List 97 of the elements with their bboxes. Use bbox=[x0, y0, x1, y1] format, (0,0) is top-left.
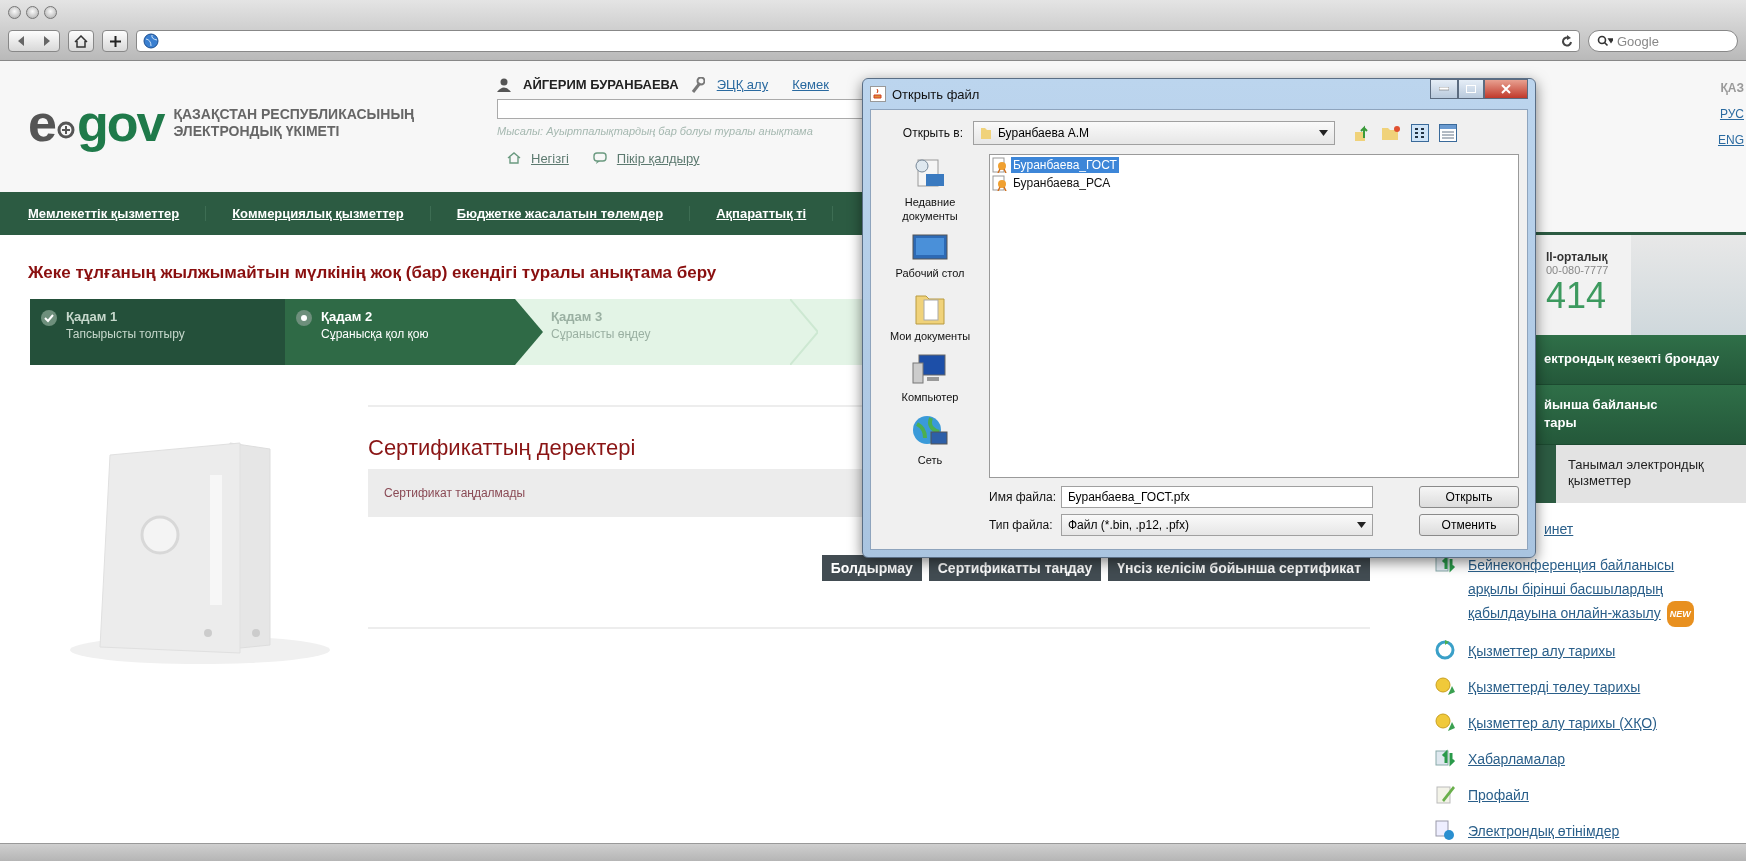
file-list[interactable]: Буранбаева_ГОСТ Буранбаева_РСА bbox=[989, 154, 1519, 478]
add-bookmark-button[interactable] bbox=[102, 30, 128, 52]
service-link[interactable]: Профайл bbox=[1468, 782, 1728, 807]
computer-icon bbox=[911, 353, 949, 387]
new-folder-icon[interactable] bbox=[1381, 125, 1401, 141]
user-name: АЙГЕРИМ БУРАНБАЕВА bbox=[523, 77, 679, 93]
step-title: Қадам 3 bbox=[551, 308, 604, 324]
header-link[interactable]: ЭЦҚ алу bbox=[716, 77, 769, 93]
service-link[interactable]: Қызметтер алу тарихы (ХҚО) bbox=[1468, 710, 1728, 735]
language-link[interactable]: ENG bbox=[1718, 132, 1744, 147]
certificate-message: Сертификат таңдалмады bbox=[384, 485, 526, 500]
reload-icon[interactable] bbox=[1561, 34, 1573, 48]
filetype-label: Тип файла: bbox=[989, 518, 1053, 532]
file-item[interactable]: Буранбаева_ГОСТ bbox=[1011, 157, 1119, 173]
egov-logo[interactable]: e gov bbox=[28, 97, 164, 150]
cancel-button[interactable]: Отменить bbox=[1419, 514, 1519, 536]
search-icon bbox=[1597, 35, 1613, 47]
filetype-dropdown[interactable]: Файл (*.bin, .p12, .pfx) bbox=[1061, 514, 1373, 536]
user-icon bbox=[497, 77, 511, 92]
nav-link[interactable]: Бюджетке жасалатын төлемдер bbox=[456, 205, 691, 221]
window-close-light[interactable] bbox=[8, 6, 21, 19]
popular-services-tab[interactable]: Танымал электрондық қызметтер bbox=[1556, 444, 1746, 503]
look-in-label: Открыть в: bbox=[901, 126, 963, 140]
home-icon bbox=[74, 34, 88, 48]
home-button[interactable] bbox=[68, 30, 94, 52]
step-subtitle: Сұранысқа қол қою bbox=[321, 326, 429, 341]
back-forward-button[interactable] bbox=[8, 30, 60, 52]
place-label[interactable]: Недавние документы bbox=[879, 195, 981, 223]
file-item[interactable]: Буранбаева_РСА bbox=[1011, 175, 1113, 191]
maximize-button[interactable] bbox=[1458, 79, 1484, 99]
window-minimize-light[interactable] bbox=[26, 6, 39, 19]
certificate-file-icon bbox=[992, 175, 1008, 191]
check-icon bbox=[40, 308, 58, 327]
look-in-dropdown[interactable]: Буранбаева А.М bbox=[973, 121, 1335, 145]
close-icon bbox=[1501, 84, 1511, 94]
call-center-number: 414 bbox=[1546, 275, 1608, 316]
desktop-icon bbox=[912, 233, 948, 263]
wrench-icon bbox=[690, 76, 705, 93]
search-field[interactable]: Google bbox=[1588, 30, 1738, 52]
document-icon bbox=[1434, 818, 1456, 841]
place-label[interactable]: Рабочий стол bbox=[895, 266, 965, 280]
minimize-icon bbox=[1439, 87, 1449, 91]
nav-link[interactable]: Ақпараттық ті bbox=[716, 205, 834, 221]
quick-link[interactable]: Пікір қалдыру bbox=[592, 150, 700, 166]
certificate-heading: Сертификаттың деректері bbox=[368, 434, 636, 461]
open-button[interactable]: Открыть bbox=[1419, 486, 1519, 508]
organization-name: ҚАЗАҚСТАН РЕСПУБЛИКАСЫНЫҢ ЭЛЕКТРОНДЫҚ ҮКІМЕТІ bbox=[173, 106, 415, 141]
caret-icon bbox=[1319, 130, 1328, 136]
refresh-icon bbox=[1434, 638, 1456, 661]
step-chevron bbox=[790, 298, 818, 365]
step-title: Қадам 1 bbox=[66, 308, 119, 324]
speech-bubble-icon bbox=[592, 151, 607, 165]
nav-link[interactable]: Мемлекеттік қызметтер bbox=[28, 205, 207, 221]
service-link[interactable]: Электрондық өтінімдер bbox=[1468, 818, 1728, 843]
service-link[interactable]: Хабарламалар bbox=[1468, 746, 1728, 771]
window-zoom-light[interactable] bbox=[44, 6, 57, 19]
service-link[interactable]: Қызметтерді төлеу тарихы bbox=[1468, 674, 1728, 699]
service-link[interactable]: Қызметтер алу тарихы bbox=[1468, 638, 1728, 663]
plus-icon bbox=[109, 35, 121, 47]
back-forward-arrows-icon bbox=[17, 36, 51, 46]
service-link[interactable]: инет bbox=[1544, 516, 1744, 541]
minimize-button[interactable] bbox=[1430, 79, 1458, 99]
filename-label: Имя файла: bbox=[989, 490, 1053, 504]
place-label[interactable]: Мои документы bbox=[889, 329, 971, 343]
nav-link[interactable]: Коммерциялық қызметтер bbox=[232, 205, 431, 221]
step-dot-icon bbox=[295, 308, 313, 327]
folder-icon bbox=[980, 126, 992, 140]
header-link[interactable]: Көмек bbox=[792, 77, 829, 93]
home-icon bbox=[507, 152, 521, 165]
step-subtitle: Тапсырысты толтыру bbox=[66, 326, 185, 341]
new-badge: NEW bbox=[1666, 600, 1694, 627]
java-cup-icon bbox=[870, 86, 886, 102]
step-subtitle: Сұранысты өңдеу bbox=[551, 326, 651, 341]
filename-field[interactable]: Буранбаева_ГОСТ.pfx bbox=[1061, 486, 1373, 508]
step-title: Қадам 2 bbox=[321, 308, 374, 324]
quick-link[interactable]: Негізгі bbox=[507, 150, 569, 166]
caret-icon bbox=[1357, 522, 1366, 528]
action-button[interactable]: Болдырмау bbox=[821, 554, 922, 581]
details-view-icon[interactable] bbox=[1439, 124, 1457, 142]
close-button[interactable] bbox=[1484, 79, 1528, 99]
call-center-phone: 00-080-7777 bbox=[1546, 263, 1609, 276]
search-example-hint: Мысалы: Ауыртпалықтардың бар болуы туралы анықтама bbox=[497, 124, 813, 137]
page-title: Жеке тұлғаның жылжымайтын мүлкінің жоқ (бар) екендігі туралы анықтама беру bbox=[28, 262, 717, 283]
certificate-file-icon bbox=[992, 157, 1008, 173]
place-label[interactable]: Сеть bbox=[917, 453, 943, 467]
service-link[interactable]: Бейнеконференция байланысы арқылы бірінші басшылардың қабылдауына онлайн-жазылу NEW bbox=[1468, 552, 1728, 627]
maximize-icon bbox=[1466, 85, 1476, 93]
globe-icon bbox=[143, 33, 159, 49]
dialog-title: Открыть файл bbox=[870, 86, 980, 102]
coin-icon bbox=[1434, 674, 1456, 697]
call-center-title: ll-орталық bbox=[1546, 249, 1609, 264]
address-field[interactable] bbox=[136, 30, 1580, 52]
coin-icon bbox=[1434, 710, 1456, 733]
language-link[interactable]: РУС bbox=[1719, 106, 1744, 121]
arrows-icon bbox=[1434, 746, 1456, 769]
place-label[interactable]: Компьютер bbox=[901, 390, 959, 404]
list-view-icon[interactable] bbox=[1411, 124, 1429, 142]
